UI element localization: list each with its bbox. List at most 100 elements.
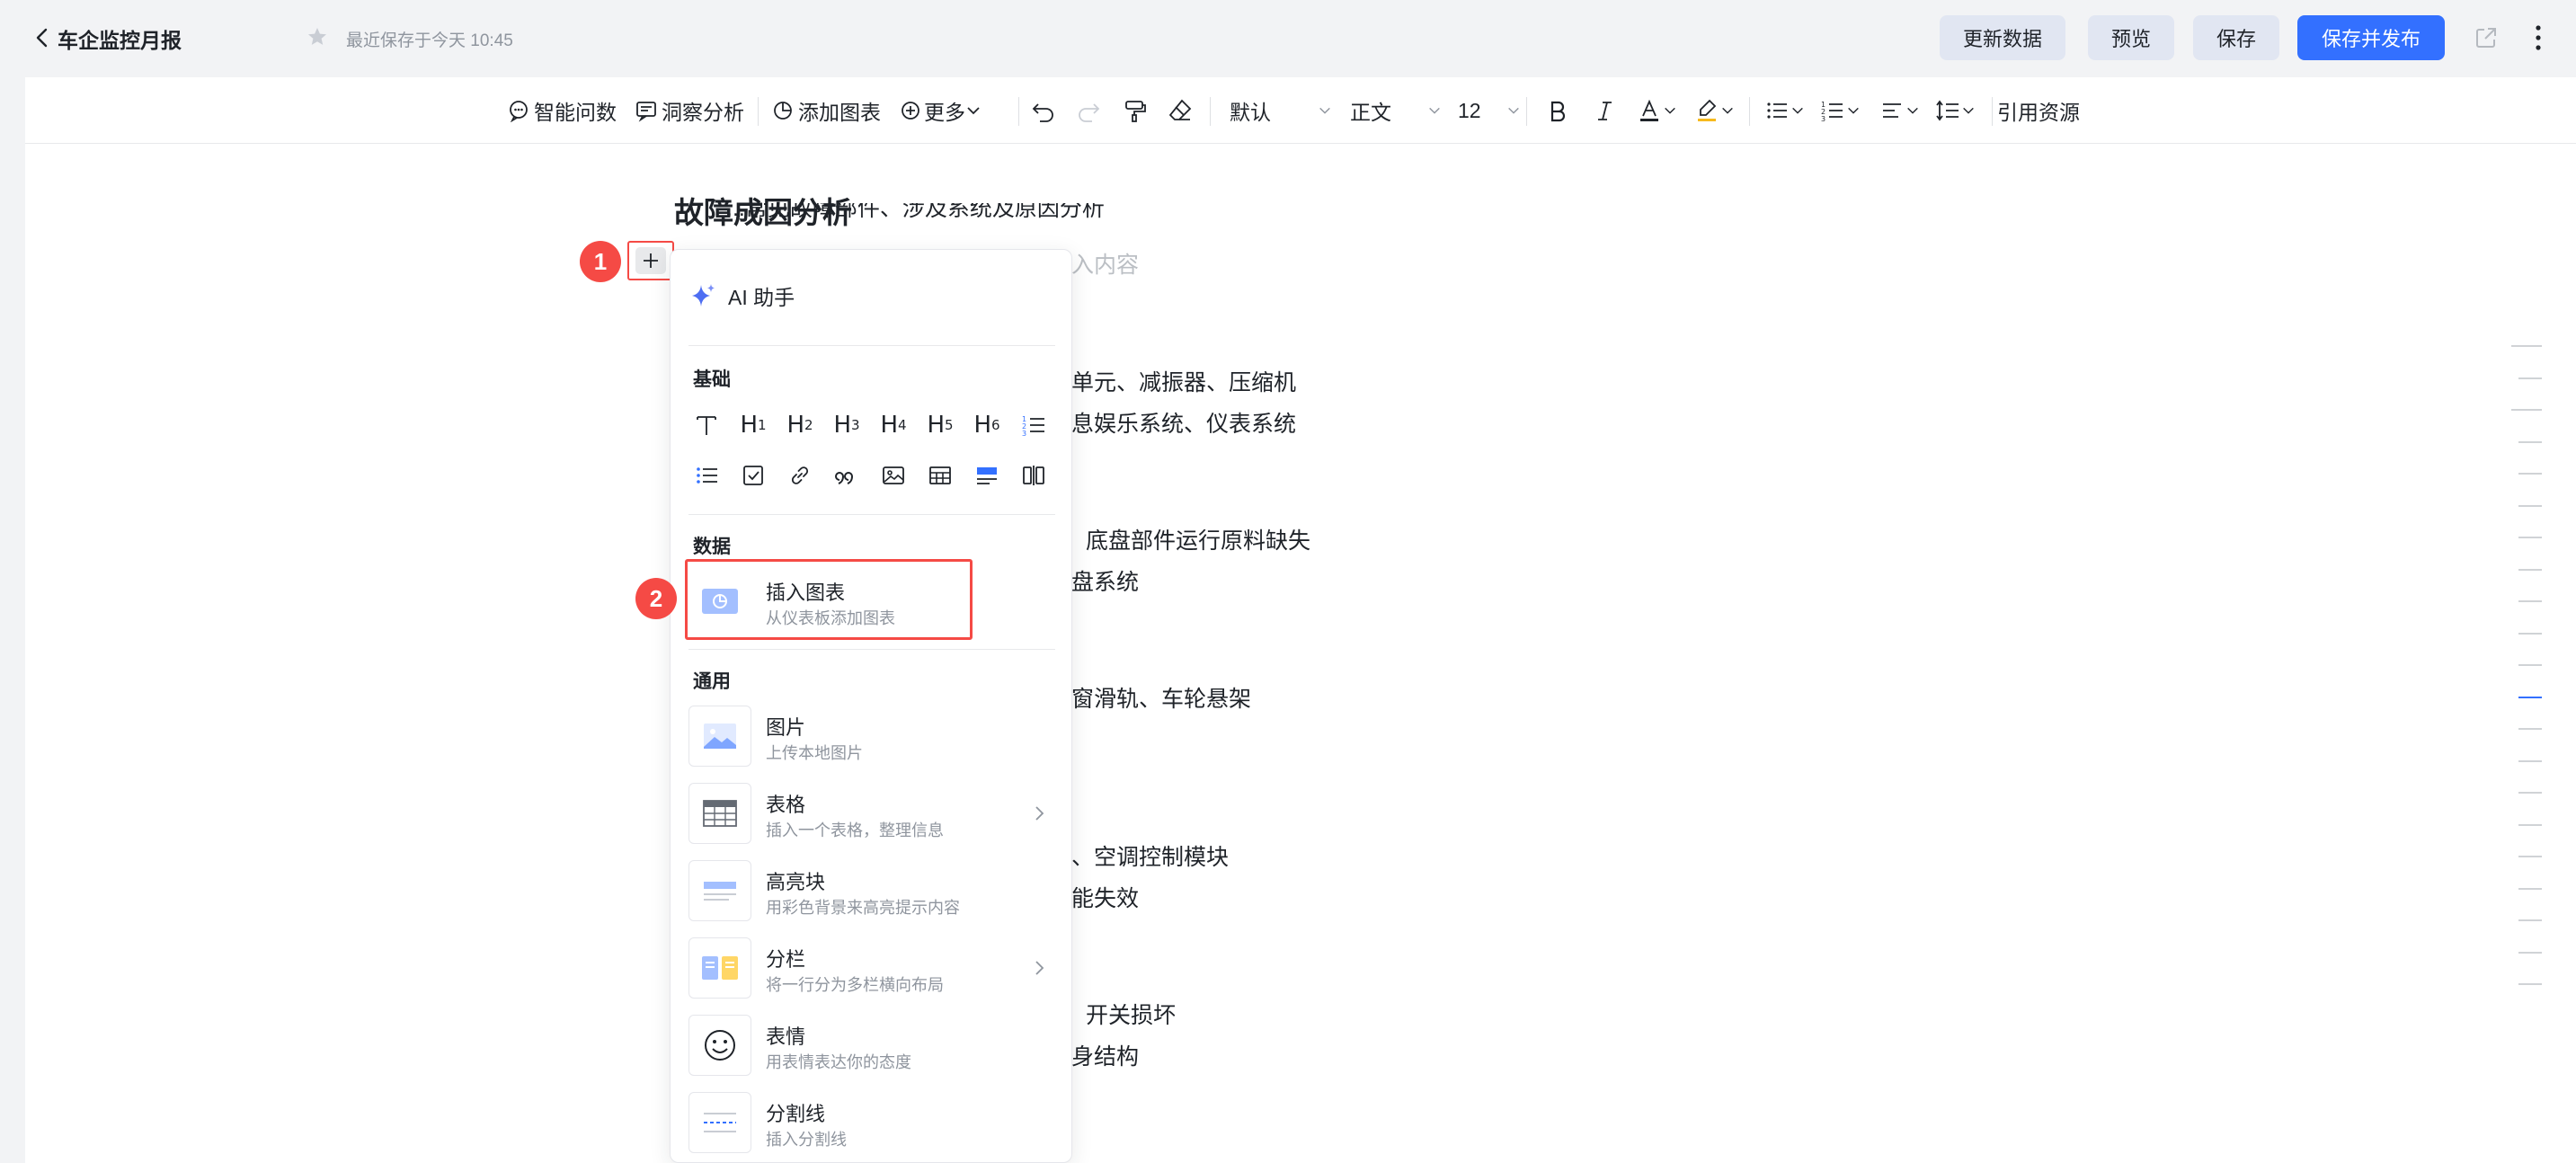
block-plus-highlight [627, 241, 674, 280]
smart-qa-button[interactable]: 智能问数 [507, 77, 617, 144]
bold-button[interactable] [1544, 77, 1571, 144]
block-plus-button[interactable] [635, 247, 666, 274]
text-block-icon[interactable] [688, 407, 724, 443]
highlighter-icon [1698, 99, 1717, 121]
font-color-button[interactable] [1636, 77, 1677, 144]
font-color-icon [1640, 99, 1658, 121]
quote-icon[interactable] [829, 457, 865, 493]
section-label-general: 通用 [693, 671, 731, 692]
document-outline[interactable] [2511, 345, 2542, 1016]
highlight-button[interactable] [1693, 77, 1735, 144]
more-button[interactable]: 更多 [899, 77, 982, 144]
cite-resource-button[interactable]: 引用资源 [1997, 77, 2080, 144]
paragraph-style-select[interactable]: 正文 [1341, 77, 1442, 144]
toolbar-divider [1749, 97, 1750, 126]
section-heading[interactable]: 故障成因分析 [674, 189, 852, 232]
paragraph-line[interactable]: 开关损坏 [1086, 998, 1176, 1030]
chevron-down-icon [1722, 107, 1733, 114]
smiley-icon [705, 1030, 735, 1061]
highlight-block-item[interactable]: 高亮块 用彩色背景来高亮提示内容 [688, 856, 1055, 926]
bullet-list-icon[interactable] [688, 457, 724, 493]
checkbox-icon[interactable] [735, 457, 771, 493]
block-placeholder[interactable]: 入内容 [1071, 247, 1139, 280]
columns-item[interactable]: 分栏 将一行分为多栏横向布局 [688, 933, 1055, 1003]
font-family-select[interactable]: 默认 [1221, 77, 1332, 144]
emoji-item-title: 表情 [766, 1025, 806, 1048]
table-item[interactable]: 表格 插入一个表格，整理信息 [688, 778, 1055, 848]
clear-format-button[interactable] [1167, 77, 1194, 144]
emoji-item-desc: 用表情表达你的态度 [766, 1053, 911, 1071]
update-data-button[interactable]: 更新数据 [1940, 15, 2065, 60]
line-height-icon [1936, 100, 1959, 121]
paragraph-line[interactable]: 单元、减振器、压缩机 [1071, 365, 1296, 397]
section-label-data: 数据 [693, 537, 731, 557]
paragraph-line[interactable]: 盘系统 [1071, 564, 1139, 597]
chevron-down-icon [1665, 107, 1675, 114]
image-item-title: 图片 [766, 716, 806, 739]
star-icon[interactable] [306, 25, 329, 49]
insight-button[interactable]: 洞察分析 [635, 77, 744, 144]
section-label-basic: 基础 [693, 369, 731, 390]
format-painter-button[interactable] [1122, 77, 1149, 144]
format-painter-icon [1125, 101, 1146, 122]
ai-assistant-label: AI 助手 [728, 286, 795, 309]
document-sheet: 智能问数 洞察分析 添加图表 更多 默认 正文 12 1 2 3 引用资源 ..… [25, 77, 2576, 1163]
emoji-item[interactable]: 表情 用表情表达你的态度 [688, 1010, 1055, 1080]
font-size-select[interactable]: 12 [1449, 77, 1521, 144]
heading-3-icon[interactable]: H3 [829, 407, 865, 443]
table-icon[interactable] [922, 457, 958, 493]
paragraph-line[interactable]: 底盘部件运行原料缺失 [1086, 523, 1310, 555]
paragraph-style-value: 正文 [1350, 101, 1391, 124]
columns-thumb-icon [702, 956, 738, 980]
preview-button[interactable]: 预览 [2088, 15, 2174, 60]
paragraph-line[interactable]: 窗滑轨、车轮悬架 [1071, 681, 1251, 714]
pie-chart-icon [774, 102, 792, 120]
divider-thumb-icon [704, 1113, 736, 1132]
add-chart-button[interactable]: 添加图表 [771, 77, 881, 144]
table-item-desc: 插入一个表格，整理信息 [766, 821, 944, 839]
paragraph-line[interactable]: 身结构 [1071, 1039, 1139, 1071]
share-icon[interactable] [2474, 25, 2499, 50]
columns-icon[interactable] [1016, 457, 1052, 493]
redo-button[interactable] [1075, 77, 1102, 144]
plus-icon [644, 253, 658, 268]
numbered-list-icon[interactable]: 123 [1016, 407, 1052, 443]
eraser-icon [1168, 99, 1192, 120]
ai-assistant-item[interactable]: AI 助手 [688, 280, 795, 311]
divider-thumb [688, 1092, 751, 1153]
highlight-block-icon[interactable] [969, 457, 1005, 493]
highlight-item-desc: 用彩色背景来高亮提示内容 [766, 899, 960, 917]
numbered-list-button[interactable]: 123 [1819, 77, 1861, 144]
divider-item[interactable]: 分割线 插入分割线 [688, 1088, 1055, 1158]
align-button[interactable] [1879, 77, 1920, 144]
heading-4-icon[interactable]: H4 [875, 407, 911, 443]
heading-6-icon[interactable]: H6 [969, 407, 1005, 443]
paragraph-line[interactable]: 能失效 [1071, 881, 1139, 913]
highlight-thumb [688, 860, 751, 921]
highlight-thumb-icon [704, 882, 736, 901]
table-item-title: 表格 [766, 794, 806, 816]
back-arrow-icon[interactable] [29, 24, 56, 51]
image-icon[interactable] [875, 457, 911, 493]
heading-2-icon[interactable]: H2 [782, 407, 818, 443]
bullet-list-icon [1767, 102, 1787, 119]
heading-5-icon[interactable]: H5 [922, 407, 958, 443]
editor-toolbar: 智能问数 洞察分析 添加图表 更多 默认 正文 12 1 2 3 引用资源 [25, 77, 2576, 144]
insight-label: 洞察分析 [662, 101, 744, 124]
image-item[interactable]: 图片 上传本地图片 [688, 701, 1055, 771]
more-vertical-icon[interactable] [2535, 23, 2542, 52]
link-icon[interactable] [782, 457, 818, 493]
bullet-list-button[interactable] [1763, 77, 1805, 144]
paragraph-line[interactable]: 、空调控制模块 [1071, 839, 1229, 872]
top-bar: 车企监控月报 最近保存于今天 10:45 更新数据 预览 保存 保存并发布 [0, 0, 2576, 77]
save-button[interactable]: 保存 [2193, 15, 2279, 60]
heading-1-icon[interactable]: H1 [735, 407, 771, 443]
save-and-publish-button[interactable]: 保存并发布 [2297, 15, 2445, 60]
chevron-down-icon [1429, 107, 1440, 114]
paragraph-line[interactable]: 息娱乐系统、仪表系统 [1071, 406, 1296, 439]
undo-button[interactable] [1030, 77, 1057, 144]
line-height-button[interactable] [1934, 77, 1976, 144]
svg-text:3: 3 [1022, 430, 1026, 438]
document-title[interactable]: 车企监控月报 [58, 23, 182, 54]
italic-button[interactable] [1591, 77, 1618, 144]
